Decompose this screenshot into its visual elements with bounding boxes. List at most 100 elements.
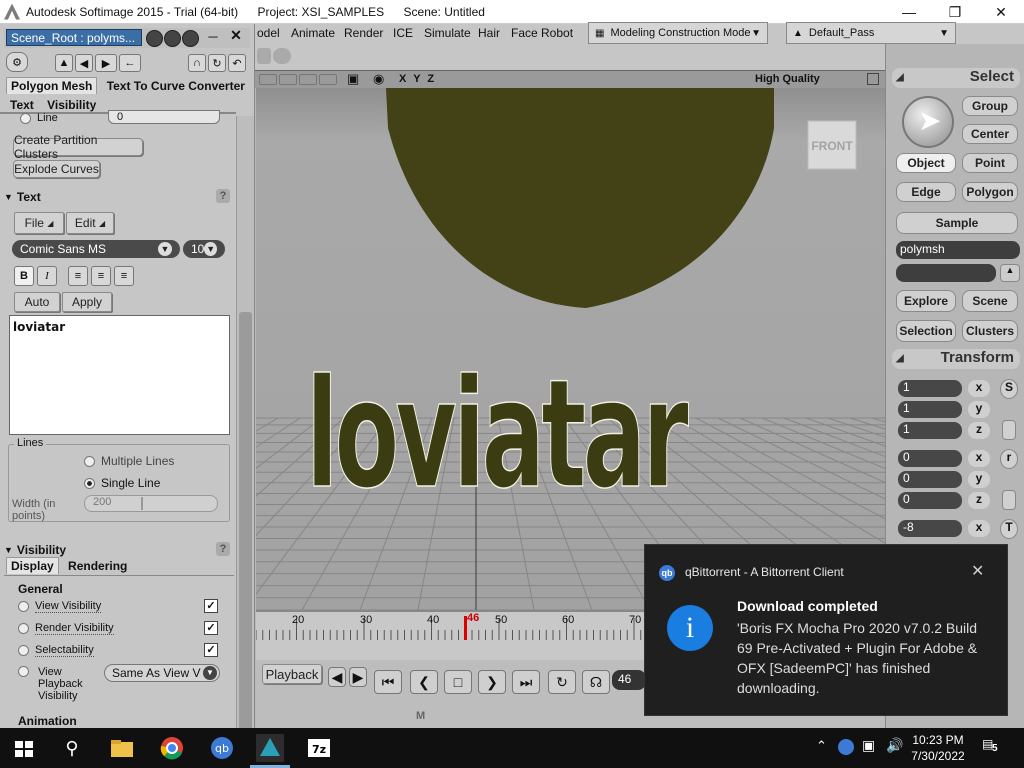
rotate-y-field[interactable]: 0 xyxy=(898,471,962,488)
network-icon[interactable]: ▣ xyxy=(862,737,875,754)
view-visibility-lock[interactable] xyxy=(18,600,29,612)
line-field[interactable]: 0 xyxy=(108,110,220,124)
group-button[interactable]: Group xyxy=(962,96,1018,116)
maximize-viewport-icon[interactable] xyxy=(867,73,879,85)
selectability-lock[interactable] xyxy=(18,644,29,656)
restore-button[interactable]: ❐ xyxy=(932,0,978,24)
minimize-panel-icon[interactable]: ─ xyxy=(205,29,221,45)
width-slider[interactable]: 200 xyxy=(84,495,218,512)
spinner-icon[interactable]: ▲ xyxy=(1000,264,1020,282)
qbittorrent-tray-icon[interactable] xyxy=(838,739,854,755)
align-center-icon[interactable]: ≡ xyxy=(91,266,111,286)
prev-key-icon[interactable]: ◀ xyxy=(328,667,346,687)
multiple-lines-radio[interactable]: Multiple Lines xyxy=(84,454,174,468)
next-key-icon[interactable]: ▶ xyxy=(349,667,367,687)
file-explorer-icon[interactable] xyxy=(108,734,136,762)
explore-button[interactable]: Explore xyxy=(896,290,956,312)
edit-menu[interactable]: Edit ◢ xyxy=(66,212,114,234)
rotate-x-field[interactable]: 0 xyxy=(898,450,962,467)
rotate-z-field[interactable]: 0 xyxy=(898,492,962,509)
playhead[interactable] xyxy=(464,616,467,640)
auto-button[interactable]: Auto xyxy=(14,292,60,312)
file-menu[interactable]: File ◢ xyxy=(14,212,64,234)
toolbar-icon[interactable] xyxy=(273,48,291,64)
scene-button[interactable]: Scene xyxy=(962,290,1018,312)
stop-icon[interactable]: □ xyxy=(444,670,472,694)
loop-icon[interactable]: ↻ xyxy=(548,670,576,694)
translate-x-axis[interactable]: x xyxy=(968,520,990,537)
chrome-icon[interactable] xyxy=(158,734,186,762)
sample-button[interactable]: Sample xyxy=(896,212,1018,234)
menu-animate[interactable]: Animate xyxy=(291,26,335,40)
scale-button[interactable]: S xyxy=(1000,379,1018,399)
scrollbar-track[interactable] xyxy=(236,116,254,732)
apply-button[interactable]: Apply xyxy=(62,292,112,312)
scale-lock-icon[interactable] xyxy=(1002,420,1016,440)
construction-mode-select[interactable]: ▦ Modeling Construction Mode ▼ xyxy=(588,22,768,44)
menu-hair[interactable]: Hair xyxy=(478,26,500,40)
view-playback-select[interactable]: Same As View V ▼ xyxy=(104,664,220,682)
create-partition-clusters-button[interactable]: Create Partition Clusters xyxy=(13,133,143,161)
text-section-header[interactable]: ▼ Text ? xyxy=(4,188,234,206)
render-visibility-lock[interactable] xyxy=(18,622,29,634)
toolbar-icon[interactable] xyxy=(257,48,271,64)
7zip-icon[interactable]: 7z xyxy=(305,734,333,762)
help-icon[interactable] xyxy=(182,30,199,47)
rotate-y-axis[interactable]: y xyxy=(968,471,990,488)
quality-select[interactable]: High Quality xyxy=(755,73,820,85)
slider-handle[interactable] xyxy=(141,497,143,510)
search-icon[interactable]: ⚲ xyxy=(58,734,86,762)
playback-menu[interactable]: Playback xyxy=(262,664,322,684)
point-button[interactable]: Point xyxy=(962,153,1018,173)
center-button[interactable]: Center xyxy=(962,124,1018,144)
scene-root-label[interactable]: Scene_Root : polyms... xyxy=(6,29,142,46)
translate-x-field[interactable]: -8 xyxy=(898,520,962,537)
layout-icon[interactable] xyxy=(259,74,277,85)
step-back-icon[interactable]: ❮ xyxy=(410,670,438,694)
select-arrow-icon[interactable]: ➤ xyxy=(902,96,954,148)
transform-header[interactable]: ◢ Transform xyxy=(892,349,1020,369)
frame-field[interactable]: 46 xyxy=(612,670,646,690)
scale-y-axis[interactable]: y xyxy=(968,401,990,418)
menu-render[interactable]: Render xyxy=(344,26,383,40)
3d-viewport[interactable]: FRONT loviatar xyxy=(256,88,885,610)
softimage-taskbar-icon[interactable] xyxy=(256,734,284,762)
font-name-select[interactable]: Comic Sans MS ▼ xyxy=(12,240,180,258)
clusters-button[interactable]: Clusters xyxy=(962,320,1018,342)
scale-z-axis[interactable]: z xyxy=(968,422,990,439)
menu-ice[interactable]: ICE xyxy=(393,26,413,40)
camera-icon[interactable]: ▣ xyxy=(347,71,359,87)
scrollbar-thumb[interactable] xyxy=(239,312,252,732)
object-button[interactable]: Object xyxy=(896,153,956,173)
scale-x-axis[interactable]: x xyxy=(968,380,990,397)
filter-field[interactable] xyxy=(896,264,996,282)
scale-x-field[interactable]: 1 xyxy=(898,380,962,397)
help-question-icon[interactable]: ? xyxy=(216,189,230,203)
align-right-icon[interactable]: ≡ xyxy=(114,266,134,286)
subtab-text[interactable]: Text xyxy=(10,98,34,112)
recycle-icon[interactable]: ↻ xyxy=(208,54,226,72)
subtab-visibility[interactable]: Visibility xyxy=(47,98,96,112)
rotate-button[interactable]: r xyxy=(1000,449,1018,469)
translate-button[interactable]: T xyxy=(1000,519,1018,539)
volume-icon[interactable]: 🔊 xyxy=(886,737,903,754)
marker-label[interactable]: M xyxy=(416,710,425,722)
edge-button[interactable]: Edge xyxy=(896,182,956,202)
scale-y-field[interactable]: 1 xyxy=(898,401,962,418)
lock-icon[interactable] xyxy=(146,30,163,47)
close-window-button[interactable]: ✕ xyxy=(978,0,1024,24)
view-playback-lock[interactable] xyxy=(18,666,29,677)
show-hidden-icons[interactable]: ⌃ xyxy=(816,738,827,754)
go-to-end-icon[interactable]: ⏭ xyxy=(512,670,540,694)
refresh-icon[interactable] xyxy=(164,30,181,47)
download-notification[interactable]: qb qBittorrent - A Bittorrent Client ✕ i… xyxy=(644,544,1008,716)
tab-rendering[interactable]: Rendering xyxy=(68,559,127,573)
line-radio[interactable] xyxy=(20,112,31,124)
arrow-up-icon[interactable]: ▲ xyxy=(55,54,73,72)
selectability-checkbox[interactable]: ✓ xyxy=(204,643,218,657)
selection-field[interactable]: polymsh xyxy=(896,241,1020,259)
go-to-start-icon[interactable]: ⏮ xyxy=(374,670,402,694)
rotate-lock-icon[interactable] xyxy=(1002,490,1016,510)
minimize-button[interactable]: — xyxy=(886,0,932,24)
audio-icon[interactable]: ☊ xyxy=(582,670,610,694)
